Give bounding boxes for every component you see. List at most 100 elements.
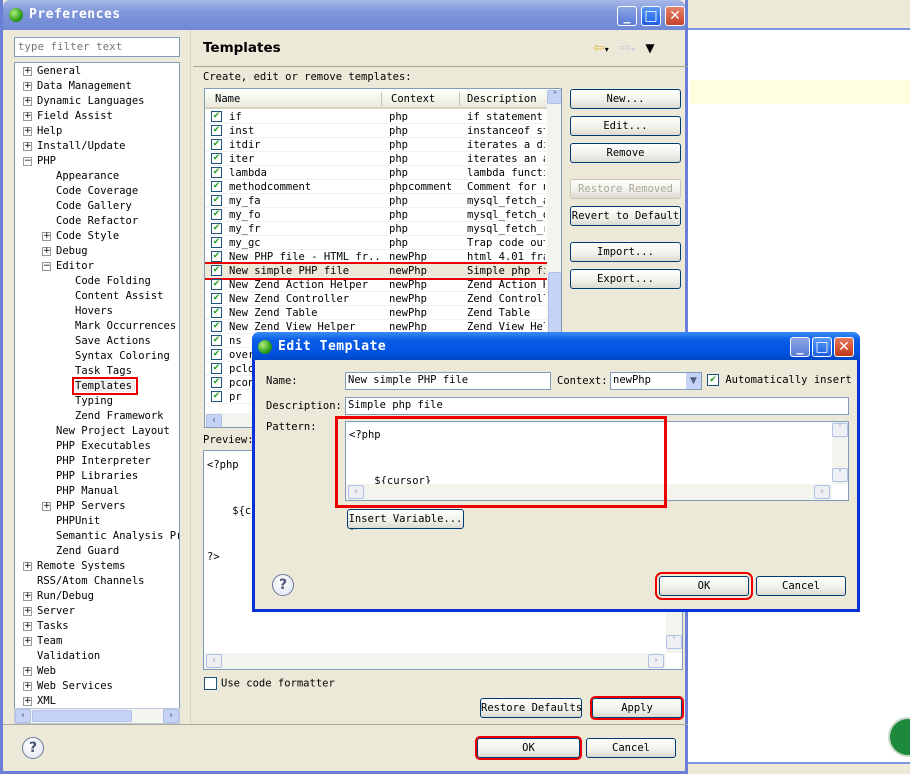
scroll-down-icon[interactable]: ˅ <box>832 468 848 482</box>
tree-item[interactable]: + General <box>23 64 81 79</box>
row-checkbox[interactable]: ✔ <box>211 363 222 374</box>
help-icon[interactable]: ? <box>272 574 294 596</box>
table-row[interactable]: ✔ New Zend Table newPhp Zend Table <box>205 306 547 320</box>
new-button[interactable]: New... <box>570 89 681 109</box>
tree-item[interactable]: Zend Guard <box>56 544 119 559</box>
pattern-horizontal-scrollbar[interactable]: ‹ › <box>346 484 832 500</box>
tree-item[interactable]: PHP Interpreter <box>56 454 151 469</box>
tree-item[interactable]: + Team <box>23 634 62 649</box>
context-select[interactable]: newPhp ▼ <box>610 372 702 390</box>
use-code-formatter-checkbox[interactable]: Use code formatter <box>204 677 335 690</box>
expand-icon[interactable]: + <box>42 232 51 241</box>
help-icon[interactable]: ? <box>22 737 44 759</box>
tree-item[interactable]: Task Tags <box>75 364 132 379</box>
tree-item[interactable]: RSS/Atom Channels <box>37 574 144 589</box>
expand-icon[interactable]: + <box>23 97 32 106</box>
minimize-button[interactable]: _ <box>617 6 637 26</box>
scroll-left-icon[interactable]: ‹ <box>348 485 364 499</box>
tree-item[interactable]: Validation <box>37 649 100 664</box>
scroll-up-icon[interactable]: ˄ <box>832 423 848 437</box>
row-checkbox[interactable]: ✔ <box>211 377 222 388</box>
row-checkbox[interactable]: ✔ <box>211 265 222 276</box>
row-checkbox[interactable]: ✔ <box>211 293 222 304</box>
expand-icon[interactable]: + <box>23 67 32 76</box>
table-row[interactable]: ✔ itdir php iterates a di <box>205 138 547 152</box>
row-checkbox[interactable]: ✔ <box>211 391 222 402</box>
scroll-right-icon[interactable]: › <box>648 654 664 668</box>
row-checkbox[interactable]: ✔ <box>211 181 222 192</box>
table-row[interactable]: ✔ iter php iterates an a <box>205 152 547 166</box>
tree-item[interactable]: + Remote Systems <box>23 559 126 574</box>
close-button[interactable]: ✕ <box>834 337 854 357</box>
name-input[interactable]: New simple PHP file <box>345 372 551 390</box>
expand-icon[interactable]: + <box>23 592 32 601</box>
minimize-button[interactable]: _ <box>790 337 810 357</box>
expand-icon[interactable]: + <box>42 502 51 511</box>
tree-item[interactable]: + Help <box>23 124 62 139</box>
table-row[interactable]: ✔ New PHP file - HTML fr... newPhp html 4.0… <box>205 250 547 264</box>
filter-input[interactable] <box>14 37 180 57</box>
back-arrow-icon[interactable]: ⇦ <box>593 40 605 56</box>
table-row[interactable]: ✔ my_fa php mysql_fetch_a <box>205 194 547 208</box>
collapse-icon[interactable]: − <box>42 262 51 271</box>
checkbox-box[interactable] <box>204 677 217 690</box>
row-checkbox[interactable]: ✔ <box>211 139 222 150</box>
tree-item[interactable]: + Debug <box>42 244 88 259</box>
tree-horizontal-scrollbar[interactable]: ‹ › <box>14 708 180 724</box>
tree-item[interactable]: + Code Style <box>42 229 119 244</box>
check-icon[interactable]: ✔ <box>707 374 719 386</box>
scroll-right-icon[interactable]: › <box>814 485 830 499</box>
expand-icon[interactable]: + <box>23 697 32 706</box>
row-checkbox[interactable]: ✔ <box>211 279 222 290</box>
table-row[interactable]: ✔ my_gc php Trap code out <box>205 236 547 250</box>
expand-icon[interactable]: + <box>23 682 32 691</box>
tree-item[interactable]: Save Actions <box>75 334 151 349</box>
row-checkbox[interactable]: ✔ <box>211 335 222 346</box>
import-button[interactable]: Import... <box>570 242 681 262</box>
expand-icon[interactable]: + <box>23 622 32 631</box>
tree-item[interactable]: Semantic Analysis Pro <box>56 529 179 544</box>
pattern-editor[interactable]: <?php ${cursor} ?> ˄ ˅ ‹ › <box>345 421 849 533</box>
export-button[interactable]: Export... <box>570 269 681 289</box>
restore-defaults-button[interactable]: Restore Defaults <box>480 698 582 718</box>
scroll-thumb[interactable] <box>32 710 132 722</box>
chevron-down-icon[interactable]: ▼ <box>686 373 701 389</box>
tree-item[interactable]: − Editor <box>42 259 94 274</box>
expand-icon[interactable]: + <box>23 127 32 136</box>
row-checkbox[interactable]: ✔ <box>211 307 222 318</box>
scroll-down-icon[interactable]: ˅ <box>666 635 682 649</box>
table-row[interactable]: ✔ lambda php lambda functi <box>205 166 547 180</box>
scroll-left-icon[interactable]: ‹ <box>206 654 222 668</box>
row-checkbox[interactable]: ✔ <box>211 209 222 220</box>
restore-removed-button[interactable]: Restore Removed <box>570 179 681 199</box>
apply-button[interactable]: Apply <box>590 696 684 720</box>
column-context[interactable]: Context <box>391 93 435 105</box>
scroll-up-icon[interactable]: ˄ <box>547 90 561 104</box>
description-input[interactable]: Simple php file <box>345 397 849 415</box>
tree-item[interactable]: + Tasks <box>23 619 69 634</box>
row-checkbox[interactable]: ✔ <box>211 349 222 360</box>
revert-to-default-button[interactable]: Revert to Default <box>570 206 681 226</box>
column-name[interactable]: Name <box>215 93 240 105</box>
table-row[interactable]: ✔ New simple PHP file newPhp Simple php fi <box>205 262 549 280</box>
tree-item[interactable]: Zend Framework <box>75 409 164 424</box>
close-button[interactable]: ✕ <box>665 6 685 26</box>
scroll-left-icon[interactable]: ‹ <box>15 709 31 723</box>
scroll-left-icon[interactable]: ‹ <box>206 414 222 427</box>
expand-icon[interactable]: + <box>23 112 32 121</box>
sash[interactable] <box>190 30 191 726</box>
table-row[interactable]: ✔ New Zend Controller newPhp Zend Controll <box>205 292 547 306</box>
tree-item[interactable]: Mark Occurrences <box>75 319 176 334</box>
tree-item[interactable]: New Project Layout <box>56 424 170 439</box>
tree-item[interactable]: + Dynamic Languages <box>23 94 144 109</box>
expand-icon[interactable]: + <box>23 562 32 571</box>
tree-item[interactable]: PHP Executables <box>56 439 151 454</box>
preferences-titlebar[interactable]: Preferences _ □ ✕ <box>3 0 685 30</box>
tree-item[interactable]: PHP Libraries <box>56 469 138 484</box>
row-checkbox[interactable]: ✔ <box>211 251 222 262</box>
row-checkbox[interactable]: ✔ <box>211 321 222 332</box>
view-menu-icon[interactable]: ▼ <box>645 41 654 55</box>
row-checkbox[interactable]: ✔ <box>211 111 222 122</box>
tree-item[interactable]: Code Folding <box>75 274 151 289</box>
table-row[interactable]: ✔ New Zend Action Helper newPhp Zend Action… <box>205 278 547 292</box>
